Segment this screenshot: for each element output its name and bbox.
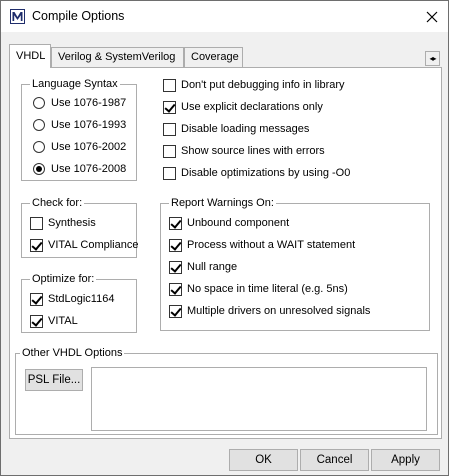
psl-file-button[interactable]: PSL File... (25, 369, 83, 391)
checkbox-no-space-time-literal[interactable]: No space in time literal (e.g. 5ns) (169, 282, 348, 296)
apply-button[interactable]: Apply (371, 449, 440, 471)
radio-button[interactable] (33, 141, 45, 153)
tab-coverage[interactable]: Coverage (184, 47, 243, 67)
window-title: Compile Options (32, 9, 125, 23)
checkbox-label: Null range (187, 261, 238, 273)
button-label: Apply (391, 454, 420, 466)
radio-button[interactable] (33, 119, 45, 131)
checkbox-label: Unbound component (187, 217, 290, 229)
checkbox-multiple-drivers[interactable]: Multiple drivers on unresolved signals (169, 304, 370, 318)
group-title: Language Syntax (30, 78, 120, 91)
checkbox-no-debug-info[interactable]: Don't put debugging info in library (163, 78, 345, 92)
checkbox-synthesis[interactable]: Synthesis (30, 216, 96, 230)
optimize-for-group: Optimize for: StdLogic1164 VITAL (21, 273, 137, 333)
checkbox-disable-loading-messages[interactable]: Disable loading messages (163, 122, 309, 136)
radio-label: Use 1076-1993 (51, 119, 127, 131)
checkbox-null-range[interactable]: Null range (169, 260, 237, 274)
checkbox[interactable] (30, 216, 43, 230)
close-button[interactable] (416, 1, 448, 32)
checkbox[interactable] (163, 78, 176, 92)
checkbox[interactable] (169, 216, 182, 230)
ok-button[interactable]: OK (229, 449, 298, 471)
checkbox[interactable] (169, 260, 182, 274)
checkbox[interactable] (169, 238, 182, 252)
checkbox-label: No space in time literal (e.g. 5ns) (187, 283, 348, 295)
tab-verilog-systemverilog[interactable]: Verilog & SystemVerilog (51, 47, 184, 67)
checkbox-process-without-wait[interactable]: Process without a WAIT statement (169, 238, 355, 252)
group-title: Optimize for: (30, 273, 97, 286)
checkbox[interactable] (169, 304, 182, 318)
checkbox-label: Multiple drivers on unresolved signals (187, 305, 371, 317)
checkbox[interactable] (163, 166, 176, 180)
radio-1076-1987[interactable]: Use 1076-1987 (33, 96, 126, 110)
radio-button[interactable] (33, 97, 45, 109)
checkbox-show-source-lines[interactable]: Show source lines with errors (163, 144, 325, 158)
button-label: Cancel (316, 454, 353, 466)
checkbox[interactable] (30, 292, 43, 306)
checkbox-label: Disable loading messages (181, 123, 310, 135)
checkbox-label: StdLogic1164 (48, 293, 115, 305)
group-title: Other VHDL Options (20, 347, 125, 360)
checkbox-label: Use explicit declarations only (181, 101, 323, 113)
vhdl-tab-panel: Language Syntax Use 1076-1987 Use 1076-1… (9, 67, 442, 439)
other-options-text-field[interactable] (91, 367, 427, 431)
checkbox[interactable] (163, 100, 176, 114)
compile-options-dialog: Compile Options VHDL Verilog & SystemVer… (0, 0, 449, 476)
checkbox-label: Synthesis (48, 217, 96, 229)
checkbox-vital-compliance[interactable]: VITAL Compliance (30, 238, 138, 252)
button-label: OK (255, 454, 272, 466)
group-title: Check for: (30, 197, 85, 210)
tab-label: Verilog & SystemVerilog (58, 51, 176, 63)
checkbox-vital[interactable]: VITAL (30, 314, 78, 328)
checkbox-label: VITAL Compliance (48, 239, 139, 251)
title-bar[interactable]: Compile Options (1, 1, 448, 32)
radio-1076-2002[interactable]: Use 1076-2002 (33, 140, 126, 154)
radio-label: Use 1076-1987 (51, 97, 127, 109)
checkbox-label: Show source lines with errors (181, 145, 325, 157)
tab-vhdl[interactable]: VHDL (9, 44, 51, 68)
check-for-group: Check for: Synthesis VITAL Compliance (21, 197, 138, 258)
radio-label: Use 1076-2002 (51, 141, 127, 153)
checkbox[interactable] (30, 314, 43, 328)
radio-1076-2008[interactable]: Use 1076-2008 (33, 162, 126, 176)
close-icon (426, 11, 438, 22)
radio-1076-1993[interactable]: Use 1076-1993 (33, 118, 126, 132)
checkbox-stdlogic1164[interactable]: StdLogic1164 (30, 292, 114, 306)
checkbox-unbound-component[interactable]: Unbound component (169, 216, 289, 230)
radio-button[interactable] (33, 163, 45, 175)
checkbox-disable-optimizations[interactable]: Disable optimizations by using -O0 (163, 166, 350, 180)
tab-scroll-arrows-icon[interactable]: ◂▸ (425, 51, 440, 66)
checkbox[interactable] (163, 144, 176, 158)
tab-label: Coverage (191, 51, 239, 63)
checkbox-explicit-declarations[interactable]: Use explicit declarations only (163, 100, 323, 114)
checkbox-label: Don't put debugging info in library (181, 79, 345, 91)
tab-label: VHDL (16, 50, 46, 62)
checkbox-label: Process without a WAIT statement (187, 239, 356, 251)
checkbox[interactable] (163, 122, 176, 136)
report-warnings-group: Report Warnings On: Unbound component Pr… (160, 197, 430, 331)
group-title: Report Warnings On: (169, 197, 276, 210)
other-vhdl-options-group: Other VHDL Options PSL File... (15, 347, 438, 435)
modelsim-logo-icon (10, 9, 25, 24)
language-syntax-group: Language Syntax Use 1076-1987 Use 1076-1… (21, 78, 137, 181)
checkbox-label: Disable optimizations by using -O0 (181, 167, 351, 179)
checkbox[interactable] (169, 282, 182, 296)
cancel-button[interactable]: Cancel (300, 449, 369, 471)
checkbox[interactable] (30, 238, 43, 252)
checkbox-label: VITAL (48, 315, 78, 327)
button-label: PSL File... (27, 374, 81, 386)
radio-label: Use 1076-2008 (51, 163, 127, 175)
